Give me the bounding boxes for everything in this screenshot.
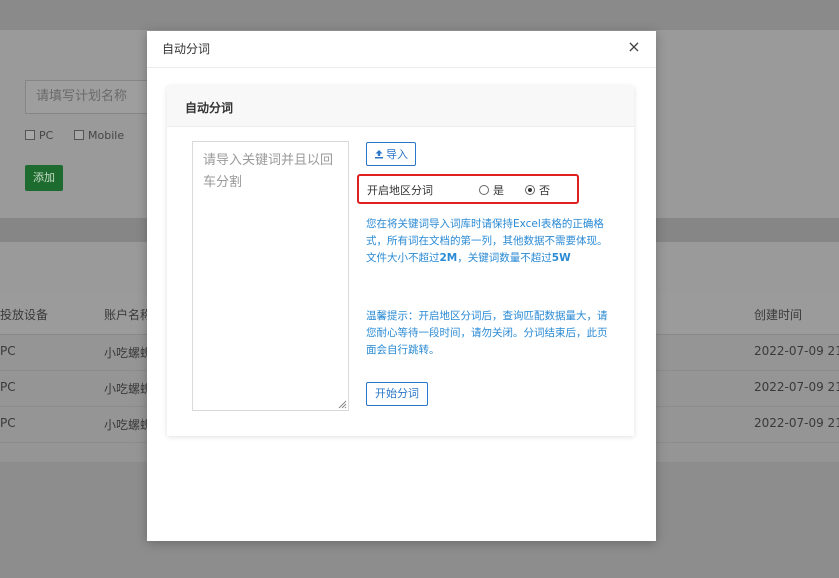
radio-circle [479, 185, 489, 195]
radio-label-yes: 是 [493, 184, 504, 197]
screen: 请填写计划名称 PC Mobile 添加 投放设备 账户名称 创建时间 PC 小… [0, 0, 839, 578]
device-checkbox-mobile[interactable]: Mobile [74, 128, 124, 142]
cell-account: 小吃螺蛳 [104, 346, 153, 360]
keyword-textarea[interactable] [192, 141, 349, 411]
region-segmentation-row: 开启地区分词 是 否 [357, 174, 579, 204]
header-device: 投放设备 [0, 308, 49, 322]
cell-created: 2022-07-09 21: [754, 344, 839, 358]
header-account: 账户名称 [104, 308, 153, 322]
plan-name-input[interactable]: 请填写计划名称 [25, 80, 155, 114]
cell-created: 2022-07-09 21: [754, 380, 839, 394]
region-segmentation-label: 开启地区分词 [367, 184, 433, 197]
auto-segment-dialog: 自动分词 × 自动分词 导入 开启地区分词 [147, 31, 656, 541]
checkbox-box [74, 130, 84, 140]
device-checkbox-pc[interactable]: PC [25, 128, 53, 142]
cell-account: 小吃螺蛳 [104, 382, 153, 396]
cell-account: 小吃螺蛳 [104, 418, 153, 432]
cell-device: PC [0, 416, 16, 430]
count-limit: 5W [551, 252, 571, 264]
cell-device: PC [0, 380, 16, 394]
header-created: 创建时间 [754, 308, 803, 322]
import-instructions: 您在将关键词导入词库时请保持Excel表格的正确格式，所有词在文档的第一列，其他… [366, 216, 616, 267]
checkbox-box [25, 130, 35, 140]
import-button-label: 导入 [386, 148, 408, 161]
card-title: 自动分词 [185, 101, 234, 115]
region-radio-no[interactable]: 否 [525, 182, 550, 198]
region-radio-yes[interactable]: 是 [479, 182, 504, 198]
import-button[interactable]: 导入 [366, 142, 416, 166]
resize-grip-icon[interactable] [338, 400, 347, 409]
card-header: 自动分词 [167, 86, 634, 127]
dialog-title: 自动分词 [162, 42, 211, 56]
radio-circle-checked [525, 185, 535, 195]
size-limit: 2M [439, 252, 458, 264]
segment-card: 自动分词 导入 开启地区分词 是 [167, 86, 634, 436]
device-label-mobile: Mobile [88, 128, 125, 142]
radio-label-no: 否 [539, 184, 550, 197]
dialog-header: 自动分词 × [147, 31, 656, 68]
cell-created: 2022-07-09 21: [754, 416, 839, 430]
background-top-bar [0, 0, 839, 30]
start-segment-button[interactable]: 开始分词 [366, 382, 428, 406]
warm-tip: 温馨提示：开启地区分词后，查询匹配数据量大，请您耐心等待一段时间，请勿关闭。分词… [366, 310, 608, 356]
instructions-text-2: ，关键词数量不超过 [457, 252, 552, 264]
close-icon[interactable]: × [626, 39, 642, 55]
upload-icon [375, 150, 383, 159]
device-label-pc: PC [39, 128, 54, 142]
add-plan-button[interactable]: 添加 [25, 165, 63, 191]
cell-device: PC [0, 344, 16, 358]
